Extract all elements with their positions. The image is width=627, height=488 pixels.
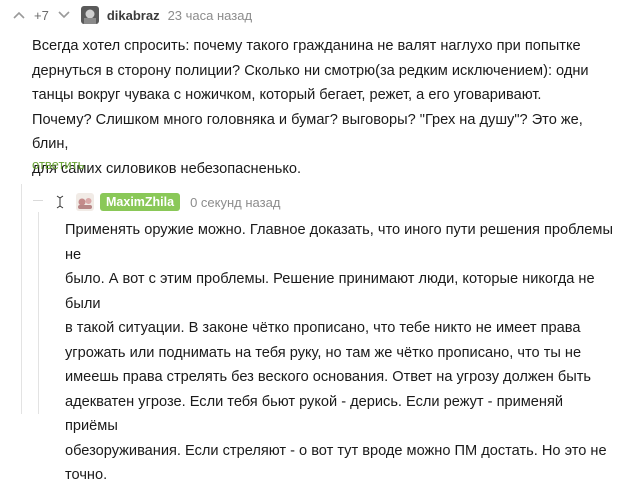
comment-author[interactable]: dikabraz (107, 8, 160, 23)
text-cursor-icon (56, 195, 64, 209)
reply-line: точно. (65, 467, 108, 483)
comment-line: для самих силовиков небезопасненько. (32, 160, 302, 177)
reply-body: Применять оружие можно. Главное доказать… (65, 218, 617, 488)
reply-line: Применять оружие можно. Главное доказать… (65, 222, 613, 263)
downvote-arrow-icon[interactable] (57, 8, 71, 22)
reply-line: угрожать или поднимать на тебя руку, но … (65, 344, 582, 361)
comment-line: Всегда хотел спросить: почему такого гра… (32, 38, 581, 54)
thread-line[interactable] (21, 184, 22, 414)
comment-line: дернуться в сторону полиции? Сколько ни … (32, 62, 589, 79)
avatar[interactable] (76, 193, 94, 211)
author-badge[interactable]: MaximZhila (100, 193, 181, 211)
reply-line: имеешь права стрелять без веского основа… (65, 369, 592, 385)
reply-line: в такой ситуации. В законе чётко прописа… (65, 320, 581, 336)
comment-body: Всегда хотел спросить: почему такого гра… (32, 34, 617, 181)
reply-line: адекватен угрозе. Если тебя бьют рукой -… (65, 393, 564, 435)
comment-line: Почему? Слишком много головняка и бумаг?… (32, 111, 583, 153)
comment-header: +7 dikabraz 23 часа назад (12, 4, 252, 26)
reply-timestamp[interactable]: 0 секунд назад (190, 195, 280, 210)
comment-timestamp[interactable]: 23 часа назад (168, 8, 252, 23)
upvote-arrow-icon[interactable] (12, 8, 26, 22)
reply-link[interactable]: ответить (32, 157, 84, 172)
comment-rating: +7 (34, 7, 49, 23)
comment-line: танцы вокруг чувака с ножичком, который … (32, 87, 542, 103)
thread-branch (33, 200, 43, 201)
reply-line: было. А вот с этим проблемы. Решение при… (65, 271, 595, 312)
avatar[interactable] (80, 6, 99, 24)
reply-thread-line[interactable] (38, 212, 39, 414)
reply-header: MaximZhila 0 секунд назад (56, 191, 280, 213)
reply-line: обезоруживания. Если стреляют - о вот ту… (65, 442, 607, 459)
